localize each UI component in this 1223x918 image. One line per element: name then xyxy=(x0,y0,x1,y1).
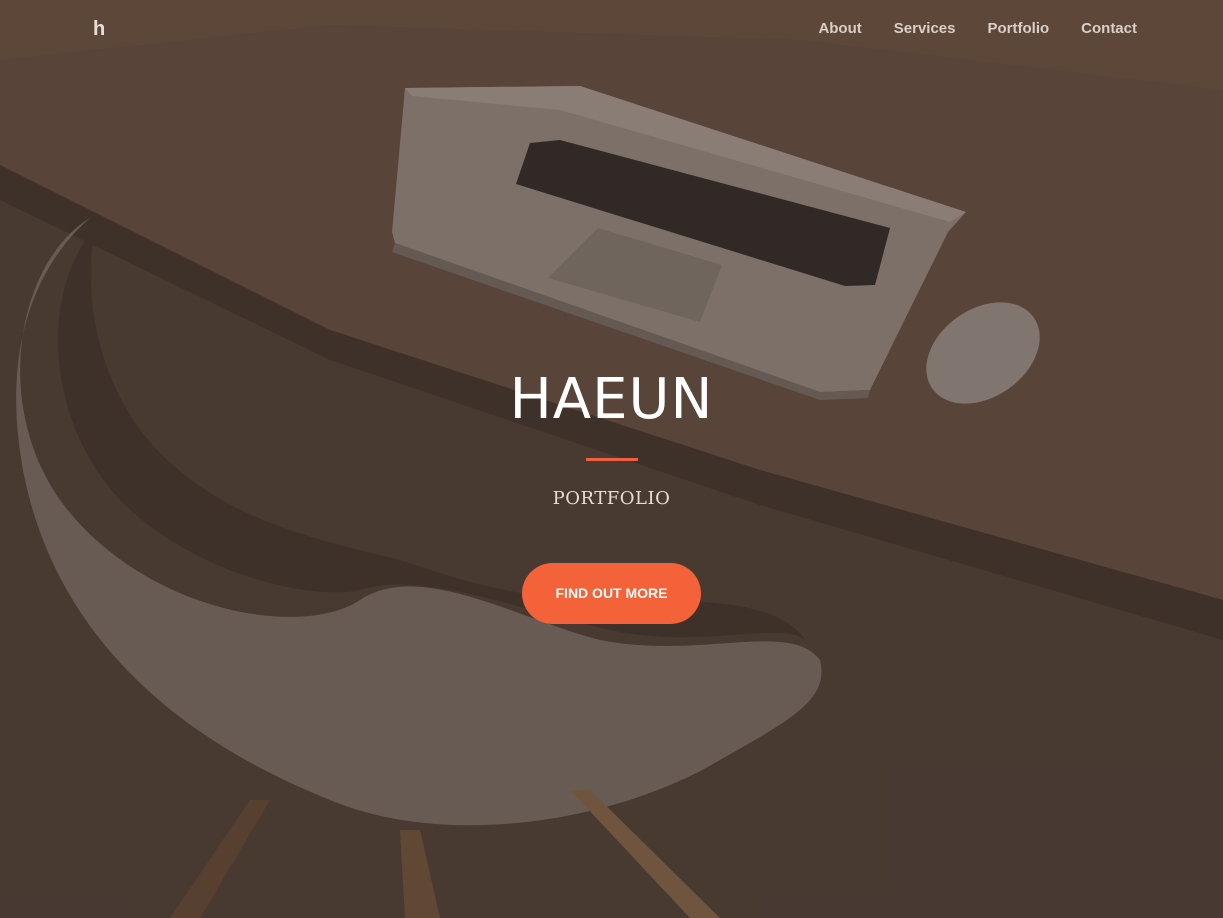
nav-item-services: Services xyxy=(894,19,956,39)
nav-item-contact: Contact xyxy=(1081,19,1137,39)
hero-section: h About Services Portfolio Contact HAEUN… xyxy=(0,0,1223,918)
find-out-more-button[interactable]: FIND OUT MORE xyxy=(522,563,701,624)
brand-logo[interactable]: h xyxy=(93,17,105,41)
title-divider xyxy=(585,458,638,461)
nav-item-about: About xyxy=(818,19,861,39)
nav-link-about[interactable]: About xyxy=(818,20,861,37)
top-navbar: h About Services Portfolio Contact xyxy=(0,0,1223,60)
nav-link-services[interactable]: Services xyxy=(894,20,956,37)
hero-subtitle: PORTFOLIO xyxy=(552,488,671,509)
nav-links: About Services Portfolio Contact xyxy=(786,19,1137,39)
nav-link-contact[interactable]: Contact xyxy=(1081,20,1137,37)
hero-title: HAEUN xyxy=(509,367,714,432)
hero-content: HAEUN PORTFOLIO FIND OUT MORE xyxy=(0,360,1223,624)
nav-link-portfolio[interactable]: Portfolio xyxy=(988,20,1050,37)
nav-item-portfolio: Portfolio xyxy=(988,19,1050,39)
